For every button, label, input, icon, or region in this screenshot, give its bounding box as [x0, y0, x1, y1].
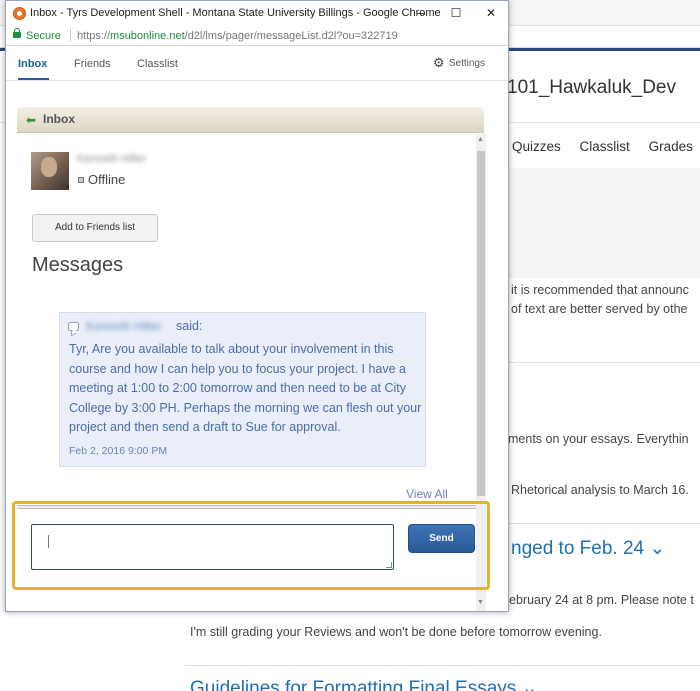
scroll-up-arrow-icon[interactable]: ▲ — [477, 136, 484, 143]
resize-handle-icon[interactable] — [386, 562, 392, 568]
announcement-heading[interactable]: nged to Feb. 24 ⌄ — [511, 537, 665, 560]
secure-label: Secure — [26, 30, 61, 42]
scroll-down-arrow-icon[interactable]: ▼ — [477, 599, 484, 606]
avatar — [31, 152, 69, 190]
add-to-friends-button[interactable]: Add to Friends list — [32, 214, 158, 242]
text-caret — [48, 535, 49, 548]
message-said-label: said: — [176, 319, 203, 333]
announcement-text: of text are better served by othe — [511, 302, 688, 316]
view-all-link[interactable]: View All — [406, 487, 448, 501]
tab-inbox[interactable]: Inbox — [18, 58, 47, 70]
tab-friends[interactable]: Friends — [74, 58, 111, 70]
background-panel — [495, 168, 700, 278]
message-bubble: Kenneth Hiller said: Tyr, Are you availa… — [59, 312, 426, 467]
inbox-header-label: Inbox — [43, 112, 75, 126]
message-date: Feb 2, 2016 9:00 PM — [69, 445, 168, 457]
nav-link-quizzes[interactable]: Quizzes — [512, 139, 561, 154]
announcement-heading[interactable]: Guidelines for Formatting Final Essays ⌄ — [190, 677, 538, 691]
address-bar[interactable]: Secure https://msubonline.net/d2l/lms/pa… — [6, 26, 508, 46]
conversation-pane: Kenneth Hiller Offline Add to Friends li… — [17, 134, 476, 501]
announcement-text: ments on your essays. Everythin — [508, 432, 689, 446]
url-host: msubonline.net — [110, 30, 185, 42]
scrollbar-thumb[interactable] — [477, 151, 485, 496]
chrome-icon — [13, 7, 26, 20]
announcement-text: it is recommended that announc — [511, 283, 689, 297]
send-button[interactable]: Send — [408, 524, 475, 553]
contact-name: Kenneth Hiller — [77, 153, 147, 165]
divider — [500, 523, 700, 524]
announcement-text: I'm still grading your Reviews and won't… — [190, 625, 602, 639]
url-text[interactable]: https://msubonline.net/d2l/lms/pager/mes… — [77, 30, 398, 42]
tab-classlist[interactable]: Classlist — [137, 58, 178, 70]
maximize-button[interactable]: ☐ — [445, 3, 467, 23]
chat-bubble-icon — [68, 322, 79, 331]
course-navbar: Quizzes Classlist Grades — [512, 139, 700, 154]
inbox-popup-window: Inbox - Tyrs Development Shell - Montana… — [5, 0, 509, 612]
back-arrow-icon[interactable]: ⬅ — [26, 113, 36, 127]
close-button[interactable]: ✕ — [480, 3, 502, 23]
divider — [500, 362, 700, 363]
messages-heading: Messages — [32, 254, 124, 276]
window-title: Inbox - Tyrs Development Shell - Montana… — [30, 7, 441, 19]
offline-status-icon — [78, 177, 84, 183]
contact-status: Offline — [88, 172, 126, 187]
settings-link[interactable]: ⚙ Settings — [432, 55, 485, 70]
active-tab-indicator — [18, 78, 49, 80]
compose-area-highlight: Send — [12, 501, 490, 590]
message-body: Tyr, Are you available to talk about you… — [69, 342, 422, 434]
nav-link-grades[interactable]: Grades — [649, 139, 693, 154]
settings-label: Settings — [448, 58, 485, 69]
window-titlebar[interactable]: Inbox - Tyrs Development Shell - Montana… — [6, 1, 508, 26]
message-input[interactable] — [31, 524, 394, 570]
gear-icon: ⚙ — [432, 55, 445, 70]
inbox-header-bar[interactable]: ⬅ Inbox — [17, 107, 484, 133]
address-separator — [70, 29, 71, 42]
pager-tabs: Inbox Friends Classlist ⚙ Settings — [6, 47, 508, 81]
message-sender[interactable]: Kenneth Hiller — [86, 319, 161, 333]
announcement-text: ebruary 24 at 8 pm. Please note t — [509, 593, 694, 607]
announcement-text: Rhetorical analysis to March 16. — [511, 483, 689, 497]
url-path: /d2l/lms/pager/messageList.d2l?ou=322719 — [184, 30, 398, 42]
lock-icon — [13, 28, 21, 39]
nav-link-classlist[interactable]: Classlist — [580, 139, 630, 154]
course-title: 101_Hawkaluk_Dev — [507, 77, 676, 98]
url-scheme: https:// — [77, 30, 111, 42]
divider — [185, 665, 700, 666]
minimize-button[interactable]: – — [410, 3, 432, 23]
